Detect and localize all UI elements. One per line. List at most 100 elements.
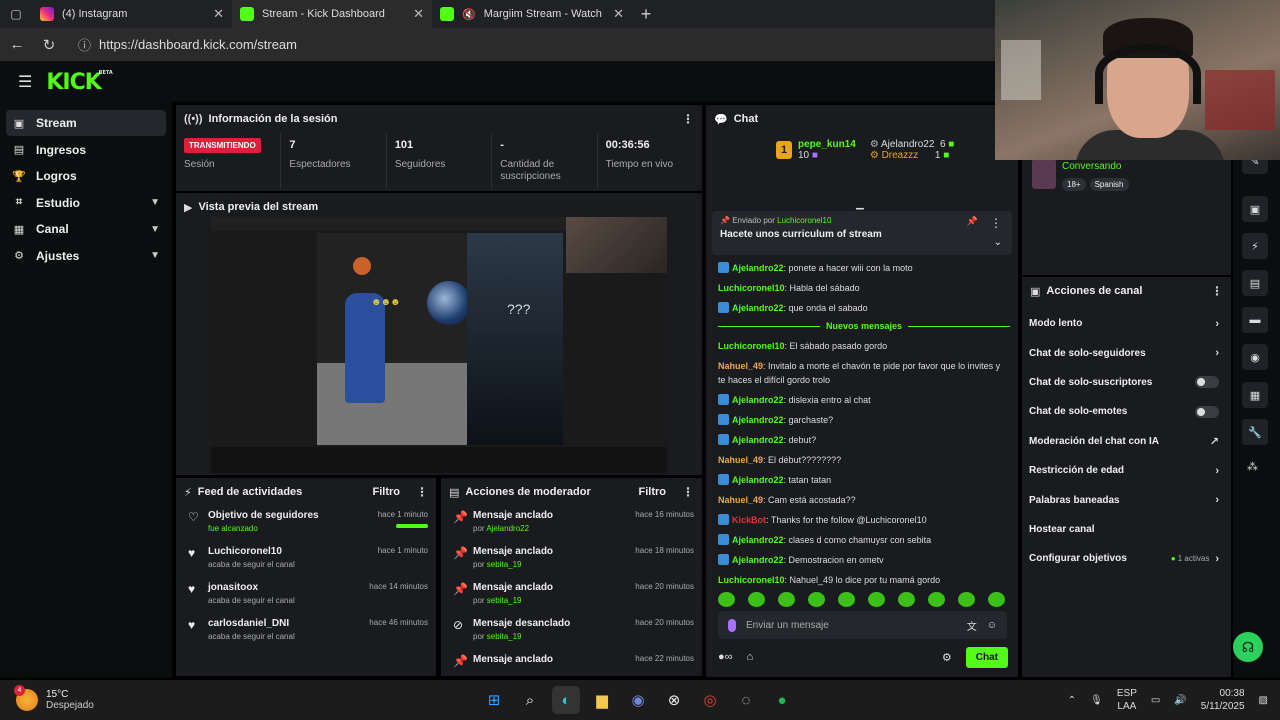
chat-message[interactable]: Nahuel_49: Cam está acostada??: [718, 493, 1010, 507]
tab-actions-icon[interactable]: ▢: [0, 0, 32, 28]
sidebar-item-canal[interactable]: ▦ Canal ▼: [6, 216, 166, 242]
subscribers-only-toggle[interactable]: [1195, 376, 1219, 389]
sidebar-item-logros[interactable]: 🏆 Logros: [6, 163, 166, 189]
chat-username[interactable]: Ajelandro22: [732, 263, 784, 273]
screen-icon[interactable]: ▣: [1242, 196, 1268, 222]
chat-username[interactable]: Ajelandro22: [732, 435, 784, 445]
language-indicator[interactable]: ESP LAA: [1117, 687, 1137, 713]
chrome-icon[interactable]: ◎: [696, 686, 724, 714]
chat-username[interactable]: Nahuel_49: [718, 361, 763, 371]
discord-icon[interactable]: ◉: [624, 686, 652, 714]
translate-icon[interactable]: 文: [967, 618, 977, 633]
chat-username[interactable]: Ajelandro22: [732, 475, 784, 485]
chat-username[interactable]: Nahuel_49: [718, 455, 763, 465]
emote-icon[interactable]: [748, 592, 765, 607]
emote-icon[interactable]: [928, 592, 945, 607]
chat-bubble-icon[interactable]: ▬: [1242, 307, 1268, 333]
chat-message[interactable]: Nahuel_49: Invitalo a morte el chavón te…: [718, 359, 1010, 387]
chat-username[interactable]: Ajelandro22: [732, 535, 784, 545]
pin-icon[interactable]: 📌: [967, 216, 978, 227]
chat-message[interactable]: Ajelandro22: clases d como chamuysr con …: [718, 533, 1010, 547]
chat-username[interactable]: Ajelandro22: [732, 303, 784, 313]
pinned-message[interactable]: 📌 Enviado por Luchicoronel10 Hacete unos…: [712, 211, 1012, 255]
wrench-icon[interactable]: 🔧: [1242, 419, 1268, 445]
chat-message[interactable]: Luchicoronel10: Nahuel_49 lo dice por tu…: [718, 573, 1010, 587]
emote-icon[interactable]: [958, 592, 975, 607]
emoji-icon[interactable]: ☺: [987, 620, 997, 631]
chat-message[interactable]: Ajelandro22: ponete a hacer wiii con la …: [718, 261, 1010, 275]
chat-username[interactable]: Luchicoronel10: [718, 341, 785, 351]
filter-button[interactable]: Filtro: [639, 486, 667, 498]
more-options-icon[interactable]: ⋮: [990, 216, 1002, 230]
hamburger-menu-icon[interactable]: ☰: [18, 72, 32, 92]
emotes-only-toggle[interactable]: [1195, 405, 1219, 418]
chat-message[interactable]: Ajelandro22: debut?: [718, 433, 1010, 447]
chevron-down-icon[interactable]: ⌄: [994, 237, 1002, 248]
sidebar-item-ingresos[interactable]: ▤ Ingresos: [6, 137, 166, 163]
chat-message[interactable]: Ajelandro22: dislexia entro al chat: [718, 393, 1010, 407]
share-icon[interactable]: ⁂: [1247, 460, 1258, 473]
emote-icon[interactable]: [988, 592, 1005, 607]
chat-username[interactable]: Ajelandro22: [732, 555, 784, 565]
chat-username[interactable]: Luchicoronel10: [718, 575, 785, 585]
action-configure-goals[interactable]: Configurar objetivos1 activas›: [1022, 544, 1231, 573]
emote-icon[interactable]: [868, 592, 885, 607]
sidebar-item-stream[interactable]: ▣ Stream: [6, 110, 166, 136]
edge-browser-icon[interactable]: ◐: [552, 686, 580, 714]
microphone-icon[interactable]: [728, 618, 736, 632]
muted-speaker-icon[interactable]: 🔇: [462, 8, 476, 21]
chat-message[interactable]: Ajelandro22: Demostracion en ometv: [718, 553, 1010, 567]
points-icon[interactable]: ●∞: [718, 651, 733, 663]
support-chat-button[interactable]: ☊: [1233, 632, 1263, 662]
close-tab-icon[interactable]: ✕: [413, 6, 424, 22]
browser-tab[interactable]: (4) Instagram ✕: [32, 0, 232, 28]
network-icon[interactable]: ▭: [1151, 695, 1160, 706]
file-explorer-icon[interactable]: ▆: [588, 686, 616, 714]
emote-icon[interactable]: [898, 592, 915, 607]
reload-icon[interactable]: ↻: [38, 36, 60, 54]
windows-start-icon[interactable]: ⊞: [480, 686, 508, 714]
store-icon[interactable]: ⌂: [747, 651, 754, 663]
chat-message[interactable]: Nahuel_49: El début????????: [718, 453, 1010, 467]
xbox-icon[interactable]: ⊗: [660, 686, 688, 714]
emote-icon[interactable]: [778, 592, 795, 607]
emote-icon[interactable]: [808, 592, 825, 607]
action-host-channel[interactable]: Hostear canal: [1022, 515, 1231, 544]
chat-message[interactable]: Luchicoronel10: Habla del sábado: [718, 281, 1010, 295]
moderation-icon[interactable]: ▦: [1242, 382, 1268, 408]
broadcast-icon[interactable]: ◉: [1242, 344, 1268, 370]
more-options-icon[interactable]: ⋮: [416, 485, 428, 499]
action-emotes-only[interactable]: Chat de solo-emotes: [1022, 397, 1231, 426]
kick-logo[interactable]: KICK BETA: [46, 70, 112, 95]
document-icon[interactable]: ▤: [1242, 270, 1268, 296]
weather-widget[interactable]: 4 15°C Despejado: [0, 685, 200, 711]
browser-tab[interactable]: 🔇 Margiim Stream - Watch Live ✕: [432, 0, 632, 28]
chat-username[interactable]: Ajelandro22: [732, 395, 784, 405]
chat-message[interactable]: KickBot: Thanks for the follow @Luchicor…: [718, 513, 1010, 527]
volume-icon[interactable]: 🔊: [1174, 695, 1186, 706]
chat-username[interactable]: Ajelandro22: [732, 415, 784, 425]
sidebar-item-ajustes[interactable]: ⚙ Ajustes ▼: [6, 243, 166, 269]
chat-username[interactable]: KickBot: [732, 515, 766, 525]
close-tab-icon[interactable]: ✕: [213, 6, 224, 22]
send-chat-button[interactable]: Chat: [965, 646, 1008, 668]
action-followers-only[interactable]: Chat de solo-seguidores ›: [1022, 338, 1231, 367]
chevron-up-icon[interactable]: ⌃: [1068, 695, 1076, 706]
filter-button[interactable]: Filtro: [373, 486, 401, 498]
clock[interactable]: 00:38 5/11/2025: [1201, 687, 1245, 713]
chat-username[interactable]: Luchicoronel10: [718, 283, 785, 293]
browser-tab-active[interactable]: Stream - Kick Dashboard ✕: [232, 0, 432, 28]
more-options-icon[interactable]: ⋮: [682, 112, 694, 126]
chat-username[interactable]: Nahuel_49: [718, 495, 763, 505]
chat-message[interactable]: Ajelandro22: que onda el sabado: [718, 301, 1010, 315]
search-icon[interactable]: ⌕: [516, 686, 544, 714]
collapse-icon[interactable]: ▁: [856, 199, 864, 210]
obs-icon[interactable]: ◌: [732, 686, 760, 714]
gear-icon[interactable]: ⚙: [942, 651, 952, 664]
action-ai-moderation[interactable]: Moderación del chat con IA ↗: [1022, 427, 1231, 456]
chat-message[interactable]: Ajelandro22: tatan tatan: [718, 473, 1010, 487]
microphone-icon[interactable]: 🎙: [1090, 695, 1103, 706]
back-icon[interactable]: ←: [6, 36, 28, 53]
action-age-restriction[interactable]: Restricción de edad ›: [1022, 456, 1231, 485]
notification-icon[interactable]: ▨: [1259, 695, 1268, 706]
